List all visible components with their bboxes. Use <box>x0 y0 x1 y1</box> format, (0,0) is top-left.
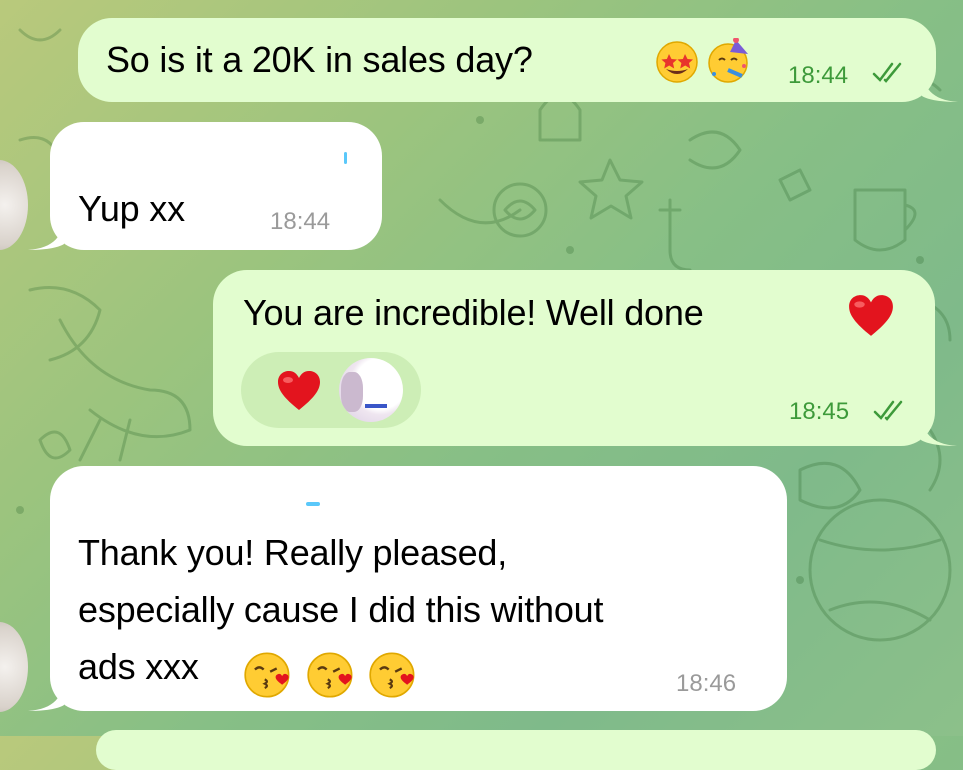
bubble-tail <box>921 410 957 446</box>
message-text-line: especially cause I did this without <box>78 589 604 630</box>
outgoing-message-bubble[interactable]: So is it a 20K in sales day? 18:44 <box>78 18 958 102</box>
face-blowing-kiss-emoji <box>307 652 353 698</box>
red-heart-emoji <box>278 371 320 410</box>
read-receipt-double-check-icon <box>873 400 903 421</box>
contact-avatar[interactable] <box>0 160 28 250</box>
face-blowing-kiss-emoji <box>369 652 415 698</box>
reactor-avatar-detail <box>365 404 387 408</box>
chat-history[interactable]: So is it a 20K in sales day? 18:44 Yup x… <box>0 0 963 770</box>
message-text: Yup xx <box>78 188 185 229</box>
reaction-pill[interactable] <box>241 352 421 428</box>
message-text: You are incredible! Well done <box>243 292 704 333</box>
message-timestamp: 18:44 <box>270 208 331 235</box>
read-receipt-double-check-icon <box>872 62 902 83</box>
text-cursor <box>306 502 320 506</box>
star-struck-emoji <box>656 41 698 83</box>
partying-face-emoji <box>708 38 748 83</box>
message-timestamp: 18:46 <box>676 670 737 697</box>
reactor-avatar <box>339 358 403 422</box>
outgoing-message-bubble[interactable]: You are incredible! Well done 18:45 <box>213 270 957 446</box>
red-heart-emoji <box>849 295 893 336</box>
incoming-message-bubble[interactable]: Thank you! Really pleased, especially ca… <box>28 466 787 711</box>
message-timestamp: 18:45 <box>789 398 850 425</box>
text-cursor <box>344 152 347 164</box>
incoming-message-bubble[interactable]: Yup xx 18:44 <box>28 122 382 250</box>
message-timestamp: 18:44 <box>788 62 849 89</box>
reactor-avatar-detail <box>341 372 363 412</box>
outgoing-message-bubble-partial[interactable] <box>96 730 936 770</box>
message-text-line: Thank you! Really pleased, <box>78 532 508 573</box>
bubble-tail <box>922 66 958 102</box>
bubble-tail <box>28 214 64 250</box>
message-text-line: ads xxx <box>78 646 199 687</box>
bubble-tail <box>28 675 64 711</box>
contact-avatar[interactable] <box>0 622 28 712</box>
face-blowing-kiss-emoji <box>244 652 290 698</box>
message-text: So is it a 20K in sales day? <box>106 39 533 80</box>
